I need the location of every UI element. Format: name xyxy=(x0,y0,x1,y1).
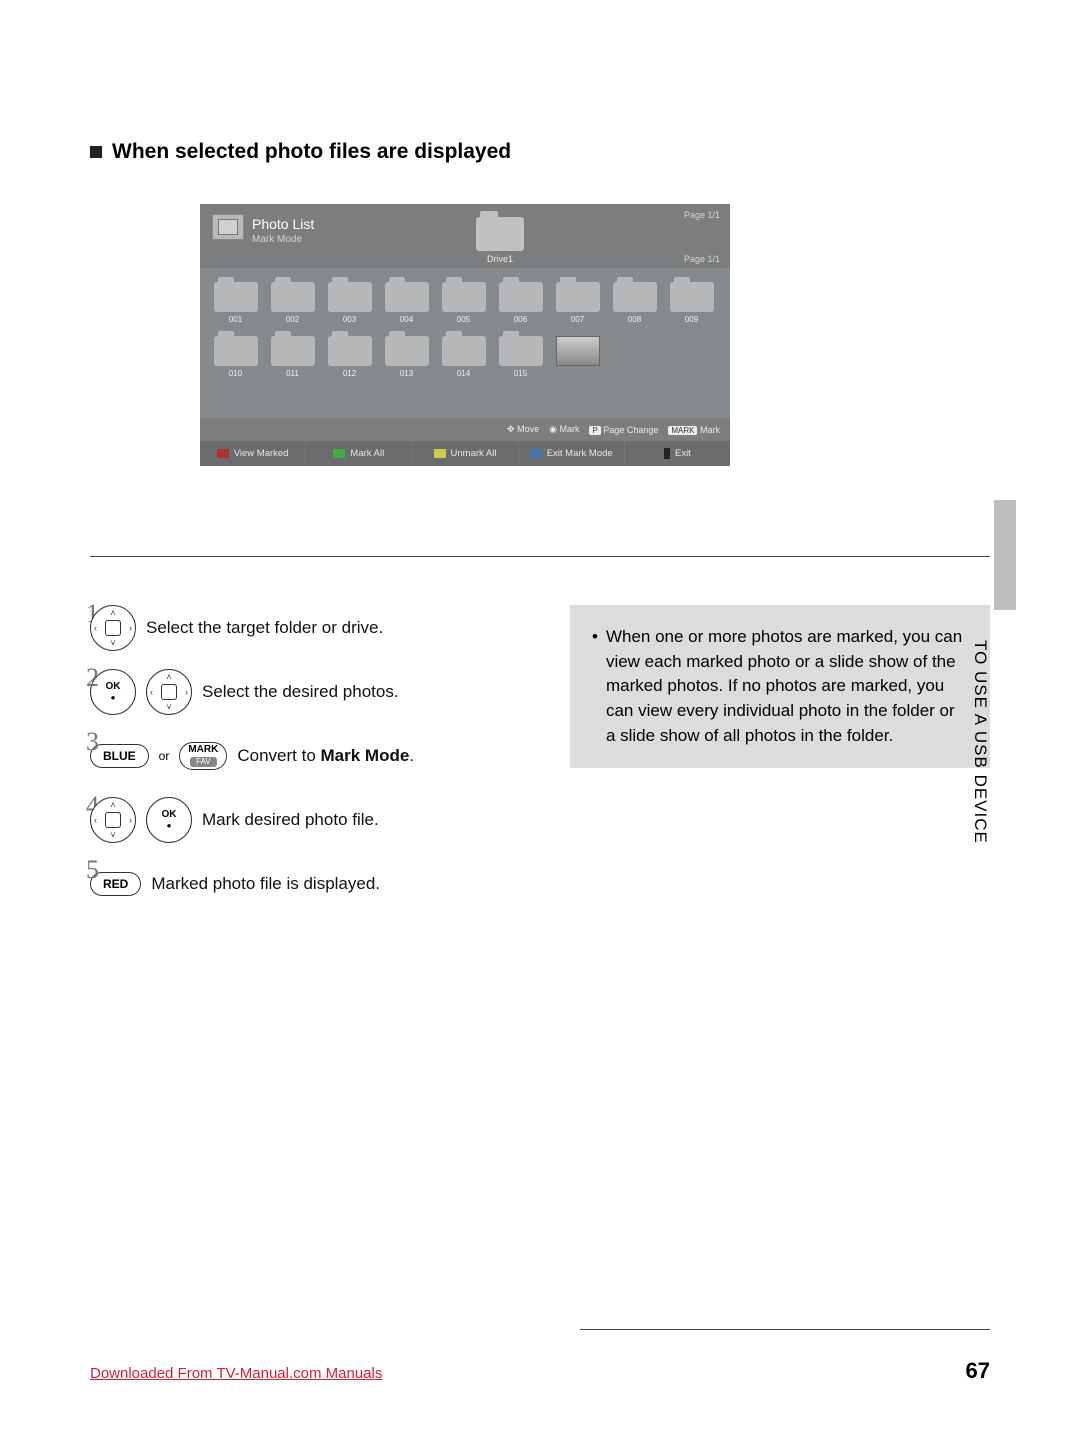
mark-fav-button-icon: MARK FAV xyxy=(179,742,227,770)
page-number: 67 xyxy=(966,1358,990,1384)
photo-list-icon xyxy=(212,214,244,240)
folder-item: 007 xyxy=(554,282,601,324)
page-indicator-top: Page 1/1 xyxy=(684,210,720,220)
photo-thumbnail xyxy=(554,336,601,378)
folder-icon xyxy=(271,282,315,312)
hint-move: ✥ Move xyxy=(507,424,539,435)
action-exit-mark-mode: Exit Mark Mode xyxy=(519,441,625,466)
folder-icon xyxy=(328,282,372,312)
folder-item: 011 xyxy=(269,336,316,378)
folder-icon xyxy=(271,336,315,366)
folder-grid-row1: 001 002 003 004 005 006 007 008 009 xyxy=(212,282,718,324)
step-text: Select the desired photos. xyxy=(202,682,399,702)
download-link[interactable]: Downloaded From TV-Manual.com Manuals xyxy=(90,1365,382,1382)
folder-icon xyxy=(328,336,372,366)
steps-list: 1 ˄˅‹› Select the target folder or drive… xyxy=(90,605,530,925)
step-text: Convert to Mark Mode. xyxy=(237,746,414,766)
bullet-icon: • xyxy=(592,625,598,748)
page-indicator-side: Page 1/1 xyxy=(684,254,720,264)
step-text: Mark desired photo file. xyxy=(202,810,379,830)
folder-grid-row2: 010 011 012 013 014 015 xyxy=(212,336,718,378)
nav-button-icon: ˄˅‹› xyxy=(90,605,136,651)
folder-item: 012 xyxy=(326,336,373,378)
step-2: 2 OK ˄˅‹› Select the desired photos. xyxy=(90,669,530,715)
folder-icon xyxy=(385,336,429,366)
folder-icon xyxy=(442,336,486,366)
step-4: 4 ˄˅‹› OK Mark desired photo file. xyxy=(90,797,530,843)
folder-item: 014 xyxy=(440,336,487,378)
bottom-divider xyxy=(580,1329,990,1330)
blue-swatch-icon xyxy=(530,449,542,458)
action-exit: Exit xyxy=(625,441,730,466)
green-swatch-icon xyxy=(333,449,345,458)
step-1: 1 ˄˅‹› Select the target folder or drive… xyxy=(90,605,530,651)
folder-item: 008 xyxy=(611,282,658,324)
side-tab-block xyxy=(994,500,1016,610)
heading-bullet-icon xyxy=(90,146,102,158)
or-label: or xyxy=(159,749,170,763)
folder-item: 015 xyxy=(497,336,544,378)
folder-item: 013 xyxy=(383,336,430,378)
folder-icon xyxy=(670,282,714,312)
nav-button-icon: ˄˅‹› xyxy=(146,669,192,715)
action-view-marked: View Marked xyxy=(200,441,306,466)
folder-item: 005 xyxy=(440,282,487,324)
step-number: 3 xyxy=(86,727,99,757)
hint-mark2: MARK Mark xyxy=(668,425,720,435)
folder-item: 006 xyxy=(497,282,544,324)
step-text: Select the target folder or drive. xyxy=(146,618,383,638)
tv-screenshot: Photo List Mark Mode Drive1 Page 1/1 Pag… xyxy=(200,204,730,466)
folder-icon xyxy=(442,282,486,312)
tv-action-bar: View Marked Mark All Unmark All Exit Mar… xyxy=(200,441,730,466)
step-number: 2 xyxy=(86,663,99,693)
folder-icon xyxy=(556,282,600,312)
section-heading: When selected photo files are displayed xyxy=(90,140,990,164)
folder-icon xyxy=(499,336,543,366)
folder-item: 002 xyxy=(269,282,316,324)
folder-icon xyxy=(214,282,258,312)
red-swatch-icon xyxy=(217,449,229,458)
step-text: Marked photo file is displayed. xyxy=(151,874,380,894)
exit-icon xyxy=(664,448,670,459)
folder-item: 004 xyxy=(383,282,430,324)
folder-icon xyxy=(214,336,258,366)
tv-title: Photo List xyxy=(252,216,314,232)
tv-hint-bar: ✥ Move ◉ Mark P Page Change MARK Mark xyxy=(200,418,730,441)
folder-icon xyxy=(499,282,543,312)
heading-text: When selected photo files are displayed xyxy=(112,140,511,164)
yellow-swatch-icon xyxy=(434,449,446,458)
step-5: 5 RED Marked photo file is displayed. xyxy=(90,861,530,907)
tv-subtitle: Mark Mode xyxy=(252,234,314,245)
nav-button-icon: ˄˅‹› xyxy=(90,797,136,843)
folder-item: 003 xyxy=(326,282,373,324)
thumbnail-icon xyxy=(556,336,600,366)
drive-label: Drive1 xyxy=(487,254,513,264)
note-box: •When one or more photos are marked, you… xyxy=(570,605,990,768)
drive-folder-icon xyxy=(476,217,524,251)
folder-icon xyxy=(613,282,657,312)
folder-item: 010 xyxy=(212,336,259,378)
action-mark-all: Mark All xyxy=(306,441,412,466)
note-text: When one or more photos are marked, you … xyxy=(606,625,968,748)
folder-icon xyxy=(385,282,429,312)
hint-page-change: P Page Change xyxy=(589,425,658,435)
ok-button-icon: OK xyxy=(146,797,192,843)
folder-item: 009 xyxy=(668,282,715,324)
action-unmark-all: Unmark All xyxy=(412,441,518,466)
side-tab-label: TO USE A USB DEVICE xyxy=(970,640,990,844)
folder-item: 001 xyxy=(212,282,259,324)
hint-mark: ◉ Mark xyxy=(549,424,579,435)
step-3: 3 BLUE or MARK FAV Convert to Mark Mode. xyxy=(90,733,530,779)
divider xyxy=(90,556,990,557)
step-number: 5 xyxy=(86,855,99,885)
